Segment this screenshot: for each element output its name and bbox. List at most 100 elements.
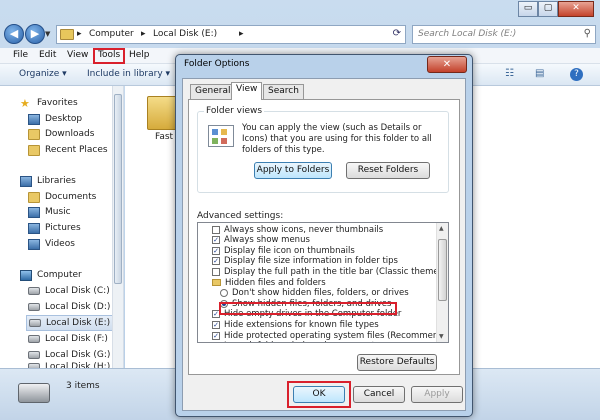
nav-drive-f[interactable]: Local Disk (F:) [28,331,140,347]
checkbox-checked[interactable]: ✓ [212,320,220,329]
menu-edit[interactable]: Edit [39,50,56,60]
recent-places-icon [28,144,40,156]
scroll-up-icon[interactable]: ▲ [439,225,444,232]
checkbox-unchecked[interactable] [212,267,220,276]
setting-label: Launch folder windows in a separate proc… [224,341,416,342]
nav-desktop[interactable]: Desktop [28,111,140,127]
address-row: ◀ ▶ ▼ ▸ Computer ▸ Local Disk (E:) ▸ ⟳ S… [0,22,600,48]
videos-icon [28,238,40,250]
checkbox-unchecked[interactable] [212,225,220,234]
setting-row[interactable]: ✓ Hide extensions for known file types [198,319,436,330]
checkbox-unchecked[interactable] [212,342,220,343]
nav-scrollbar[interactable] [112,86,123,368]
drive-icon [18,383,50,403]
nav-drive-e[interactable]: Local Disk (E:) [26,315,114,331]
nav-label: Local Disk (E:) [46,318,111,328]
nav-label: Desktop [45,114,83,124]
nav-label: Downloads [45,129,95,139]
setting-row[interactable]: ✓ Display file size information in folder… [198,256,436,267]
address-separator[interactable]: ▸ [77,29,82,39]
settings-scrollbar[interactable]: ▲ ▼ [436,223,448,342]
nav-drive-d[interactable]: Local Disk (D:) [28,299,140,315]
dialog-close-button[interactable]: ✕ [427,56,467,73]
history-dropdown-icon[interactable]: ▼ [45,30,50,38]
advanced-settings-list: Always show icons, never thumbnails ✓ Alwa… [197,222,449,343]
organize-button[interactable]: Organize ▾ [19,69,67,79]
setting-row[interactable]: Display the full path in the title bar (… [198,266,448,277]
nav-recent-places[interactable]: Recent Places [28,142,140,158]
nav-label: Local Disk (C:) [45,286,110,296]
cancel-button[interactable]: Cancel [353,386,405,403]
folder-label[interactable]: Fast [155,132,173,142]
apply-to-folders-button[interactable]: Apply to Folders [254,162,332,179]
tab-search[interactable]: Search [263,84,304,99]
address-separator[interactable]: ▸ [239,29,244,39]
nav-pictures[interactable]: Pictures [28,220,140,236]
setting-row[interactable]: Hidden files and folders [198,277,436,288]
drive-icon [28,351,40,359]
minimize-button[interactable]: ▭ [518,1,538,17]
checkbox-checked[interactable]: ✓ [212,331,220,340]
setting-label: Always show icons, never thumbnails [224,224,384,235]
nav-downloads[interactable]: Downloads [28,126,140,142]
nav-scroll-thumb[interactable] [114,94,122,284]
reset-folders-button[interactable]: Reset Folders [346,162,430,179]
menu-file[interactable]: File [13,50,28,60]
tab-view[interactable]: View [231,82,263,100]
preview-pane-icon[interactable]: ▤ [535,68,544,79]
setting-label: Display file size information in folder … [224,256,398,267]
restore-defaults-button[interactable]: Restore Defaults [357,354,437,371]
settings-scroll-thumb[interactable] [438,239,447,301]
checkbox-checked[interactable]: ✓ [212,246,220,255]
setting-row[interactable]: Don't show hidden files, folders, or dri… [198,288,436,299]
nav-drive-g[interactable]: Local Disk (G:) [28,347,140,363]
search-placeholder: Search Local Disk (E:) [418,29,517,39]
folder-icon [60,29,74,40]
nav-music[interactable]: Music [28,204,140,220]
folder-views-icon [208,125,234,147]
drive-icon [28,335,40,343]
address-separator[interactable]: ▸ [141,29,146,39]
view-options-icon[interactable]: ☷ [505,68,514,79]
setting-row[interactable]: ✓ Display file icon on thumbnails [198,245,436,256]
nav-documents[interactable]: Documents [28,189,140,205]
refresh-icon[interactable]: ⟳ [393,28,401,39]
setting-row[interactable]: ✓ Hide protected operating system files (… [198,330,448,341]
show-hidden-highlight [219,302,397,315]
dialog-title: Folder Options [184,59,250,69]
help-icon[interactable]: ? [570,68,583,81]
address-bar[interactable]: ▸ Computer ▸ Local Disk (E:) ▸ ⟳ [56,25,406,44]
arrow-left-icon: ◀ [9,27,19,40]
window-controls: ▭ ▢ ✕ [518,1,594,17]
include-in-library-button[interactable]: Include in library ▾ [87,69,170,79]
setting-row[interactable]: Always show icons, never thumbnails [198,224,436,235]
dialog-body: General View Search Folder views You can… [182,78,466,411]
checkbox-checked[interactable]: ✓ [212,257,220,266]
libraries-icon [20,175,32,187]
documents-icon [28,191,40,203]
address-segment-drive[interactable]: Local Disk (E:) [153,29,217,39]
folder-options-dialog: Folder Options ✕ General View Search Fol… [175,54,473,417]
search-icon[interactable]: ⚲ [584,28,591,39]
apply-button[interactable]: Apply [411,386,463,403]
back-button[interactable]: ◀ [4,24,24,44]
address-segment-computer[interactable]: Computer [89,29,134,39]
setting-label: Hidden files and folders [225,277,326,288]
search-input[interactable]: Search Local Disk (E:) ⚲ [412,25,596,44]
setting-row[interactable]: Launch folder windows in a separate proc… [198,341,436,343]
maximize-button[interactable]: ▢ [538,1,558,17]
tab-general[interactable]: General [190,84,236,99]
folder-views-description: You can apply the view (such as Details … [242,123,432,155]
setting-row[interactable]: ✓ Always show menus [198,235,436,246]
scroll-down-icon[interactable]: ▼ [439,333,444,340]
nav-videos[interactable]: Videos [28,236,140,252]
menu-view[interactable]: View [67,50,88,60]
forward-button[interactable]: ▶ [25,24,45,44]
nav-drive-c[interactable]: Local Disk (C:) [28,283,140,299]
pictures-icon [28,222,40,234]
close-button[interactable]: ✕ [558,1,594,17]
menu-help[interactable]: Help [129,50,150,60]
view-tab-panel: Folder views You can apply the view (suc… [188,99,460,375]
radio-unselected[interactable] [220,289,228,298]
checkbox-checked[interactable]: ✓ [212,236,220,245]
